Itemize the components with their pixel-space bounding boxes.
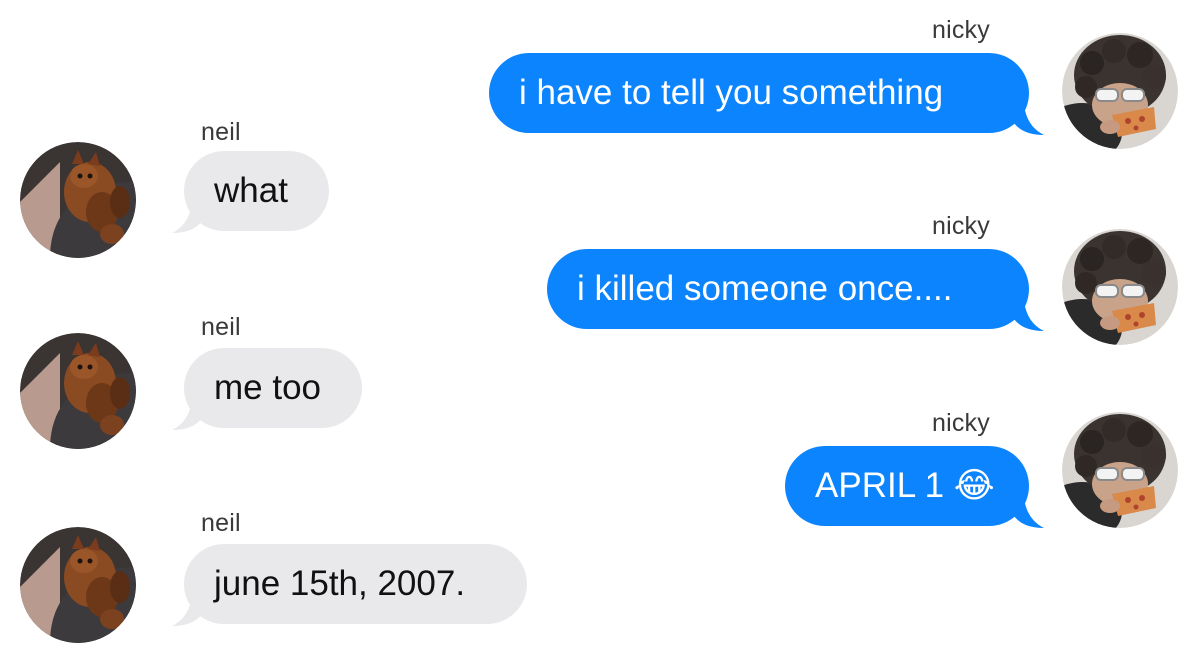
message-text: what (214, 171, 288, 210)
bubble-tail-icon (1014, 105, 1044, 135)
nicky-avatar-icon[interactable] (1062, 412, 1178, 528)
sender-name: neil (201, 509, 241, 537)
bubble-tail-icon (172, 400, 202, 430)
bubble-tail-icon (172, 596, 202, 626)
message-bubble[interactable]: what (184, 151, 329, 231)
message-thread: nicky i have to tell you something neil … (0, 0, 1200, 667)
message-bubble[interactable]: i have to tell you something (489, 53, 1029, 133)
sender-name: nicky (932, 409, 990, 437)
message-bubble[interactable]: i killed someone once.... (547, 249, 1029, 329)
bubble-tail-icon (1014, 498, 1044, 528)
neil-avatar-icon[interactable] (20, 527, 136, 643)
nicky-avatar-icon[interactable] (1062, 33, 1178, 149)
message-text: me too (214, 368, 321, 407)
message-text: APRIL 1 😂 (815, 466, 995, 505)
sender-name: nicky (932, 212, 990, 240)
message-bubble[interactable]: me too (184, 348, 362, 428)
sender-name: neil (201, 313, 241, 341)
sender-name: neil (201, 118, 241, 146)
message-text: i killed someone once.... (577, 269, 953, 308)
bubble-tail-icon (172, 203, 202, 233)
bubble-tail-icon (1014, 301, 1044, 331)
message-bubble[interactable]: june 15th, 2007. (184, 544, 527, 624)
message-text: june 15th, 2007. (214, 564, 466, 603)
neil-avatar-icon[interactable] (20, 142, 136, 258)
neil-avatar-icon[interactable] (20, 333, 136, 449)
message-bubble[interactable]: APRIL 1 😂 (785, 446, 1029, 526)
nicky-avatar-icon[interactable] (1062, 229, 1178, 345)
message-text: i have to tell you something (519, 73, 944, 112)
sender-name: nicky (932, 16, 990, 44)
